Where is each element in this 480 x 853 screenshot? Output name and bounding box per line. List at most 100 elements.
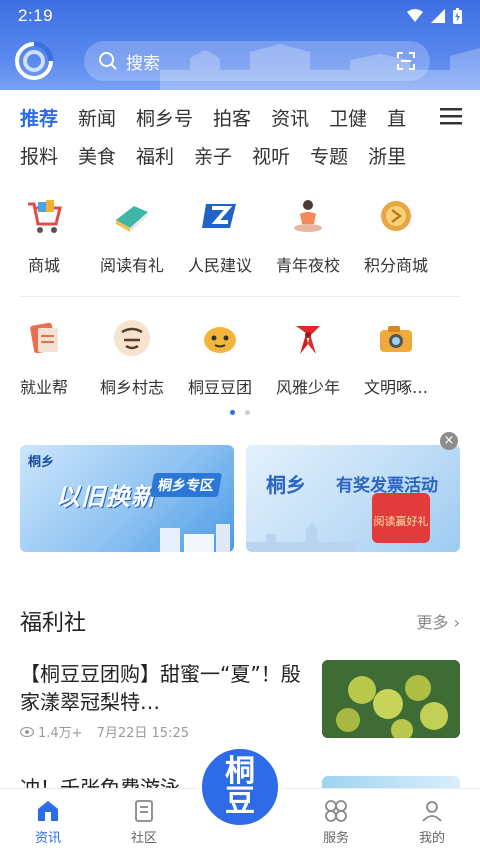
menu-icon[interactable] (440, 106, 462, 126)
tab-parenting[interactable]: 亲子 (194, 142, 232, 169)
grid-item-civilization-camera[interactable]: 文明啄… (352, 316, 440, 398)
section-title: 福利社 (20, 611, 87, 636)
grid-label: 商城 (27, 256, 60, 275)
grid-label: 风雅少年 (275, 378, 340, 397)
grid-item-reading-gift[interactable]: 阅读有礼 (88, 194, 176, 276)
grid-label: 桐豆豆团 (187, 378, 252, 397)
book-gift-icon (110, 194, 154, 238)
chevron-right-icon: › (453, 613, 460, 632)
view-count-value: 1.4万+ (38, 726, 83, 741)
wifi-icon (407, 9, 423, 22)
grid-divider (20, 296, 460, 297)
tab-media[interactable]: 视听 (252, 142, 290, 169)
tab-zheli[interactable]: 浙里 (368, 142, 406, 169)
app-bar: 搜索 (0, 38, 480, 84)
page-dot (245, 410, 250, 415)
shopping-cart-icon (22, 194, 66, 238)
article-thumbnail (322, 660, 460, 738)
grid-label: 就业帮 (19, 378, 68, 397)
grid-label: 文明啄… (363, 378, 428, 397)
skyline-decoration (246, 522, 356, 552)
tab-recommend[interactable]: 推荐 (20, 104, 58, 131)
tab-tongxiang-account[interactable]: 桐乡号 (136, 104, 193, 131)
grid-label: 人民建议 (187, 256, 252, 275)
center-action-button[interactable]: 桐豆 (198, 745, 282, 829)
battery-icon (453, 8, 462, 24)
suggestion-z-icon (198, 194, 242, 238)
status-bar: 2:19 (0, 0, 480, 32)
article-card[interactable]: 【桐豆豆团购】甜蜜一“夏”！殷家漾翠冠梨特… 1.4万+ 7月22日 15:25 (20, 660, 460, 741)
nav-label: 社区 (130, 831, 157, 846)
grid-item-mall[interactable]: 商城 (0, 194, 88, 276)
grid-item-youth-night-school[interactable]: 青年夜校 (264, 194, 352, 276)
camera-icon (374, 316, 418, 360)
grid-label: 桐乡村志 (99, 378, 164, 397)
banner-invoice-activity[interactable]: 桐乡 有奖发票活动 阅读赢好礼 (246, 445, 460, 552)
village-record-icon (110, 316, 154, 360)
article-meta: 1.4万+ 7月22日 15:25 (20, 722, 189, 741)
grid-item-employment[interactable]: 就业帮 (0, 316, 88, 398)
grid-item-suggestion[interactable]: 人民建议 (176, 194, 264, 276)
eye-icon (20, 726, 34, 737)
more-label: 更多 (416, 613, 449, 632)
appliance-decoration (160, 524, 230, 552)
banner-brand: 桐乡 (266, 473, 306, 497)
nav-label: 服务 (322, 831, 349, 846)
grid-label: 积分商城 (363, 256, 428, 275)
grid-item-points-mall[interactable]: 积分商城 (352, 194, 440, 276)
status-time: 2:19 (18, 6, 54, 25)
home-icon (38, 801, 58, 821)
banner-brand: 桐乡 (28, 455, 55, 470)
search-placeholder: 搜索 (126, 53, 160, 74)
banner-trade-in[interactable]: 桐乡 以旧换新 桐乡专区 (20, 445, 234, 552)
center-action-label: 桐豆 (225, 754, 255, 819)
article-time: 7月22日 15:25 (96, 726, 189, 741)
grid-pagination (0, 410, 480, 415)
grid-item-elegant-youth[interactable]: 风雅少年 (264, 316, 352, 398)
nav-community[interactable]: 社区 (96, 789, 192, 853)
grid-label: 阅读有礼 (99, 256, 164, 275)
grid-item-village-record[interactable]: 桐乡村志 (88, 316, 176, 398)
signal-icon (431, 9, 445, 23)
document-icon (135, 800, 153, 822)
mascot-icon (198, 316, 242, 360)
pear-image (322, 660, 460, 738)
service-grid-row-1: 商城 阅读有礼 人民建议 青年夜校 积分商城 (0, 194, 480, 276)
tab-report[interactable]: 报料 (20, 142, 58, 169)
resume-icon (22, 316, 66, 360)
red-scarf-icon (286, 316, 330, 360)
tab-live[interactable]: 直 (387, 104, 406, 131)
tab-row-1: 推荐 新闻 桐乡号 拍客 资讯 卫健 直 (20, 98, 480, 136)
yoga-person-icon (286, 194, 330, 238)
nav-label: 我的 (418, 831, 445, 846)
coin-icon (374, 194, 418, 238)
tab-food[interactable]: 美食 (78, 142, 116, 169)
tab-news[interactable]: 新闻 (78, 104, 116, 131)
grid-item-tongdoudou-group[interactable]: 桐豆豆团 (176, 316, 264, 398)
scan-icon[interactable] (396, 51, 416, 71)
nav-home[interactable]: 资讯 (0, 789, 96, 853)
view-count: 1.4万+ (20, 722, 83, 741)
tab-topics[interactable]: 专题 (310, 142, 348, 169)
welfare-section-header: 福利社 更多 › (20, 605, 460, 637)
tab-row-2: 报料 美食 福利 亲子 视听 专题 浙里 (20, 136, 480, 174)
service-grid-row-2: 就业帮 桐乡村志 桐豆豆团 风雅少年 文明啄… (0, 316, 480, 398)
search-input[interactable]: 搜索 (84, 41, 430, 81)
nav-mine[interactable]: 我的 (384, 789, 480, 853)
app-logo[interactable] (14, 41, 54, 81)
grid-label: 青年夜校 (275, 256, 340, 275)
more-link[interactable]: 更多 › (416, 609, 460, 633)
channel-tabs: 推荐 新闻 桐乡号 拍客 资讯 卫健 直 报料 美食 福利 亲子 视听 专题 浙… (0, 98, 480, 174)
tab-welfare[interactable]: 福利 (136, 142, 174, 169)
tab-reporter[interactable]: 拍客 (213, 104, 251, 131)
page-dot-active (230, 410, 235, 415)
nav-service[interactable]: 服务 (288, 789, 384, 853)
close-icon[interactable]: × (440, 432, 458, 450)
article-title: 【桐豆豆团购】甜蜜一“夏”！殷家漾翠冠梨特… (20, 662, 301, 714)
tab-health[interactable]: 卫健 (329, 104, 367, 131)
banner-title: 以旧换新 (56, 483, 156, 511)
app-logo-icon (15, 41, 54, 80)
tab-info[interactable]: 资讯 (271, 104, 309, 131)
nav-label: 资讯 (34, 831, 61, 846)
user-icon (422, 801, 442, 822)
